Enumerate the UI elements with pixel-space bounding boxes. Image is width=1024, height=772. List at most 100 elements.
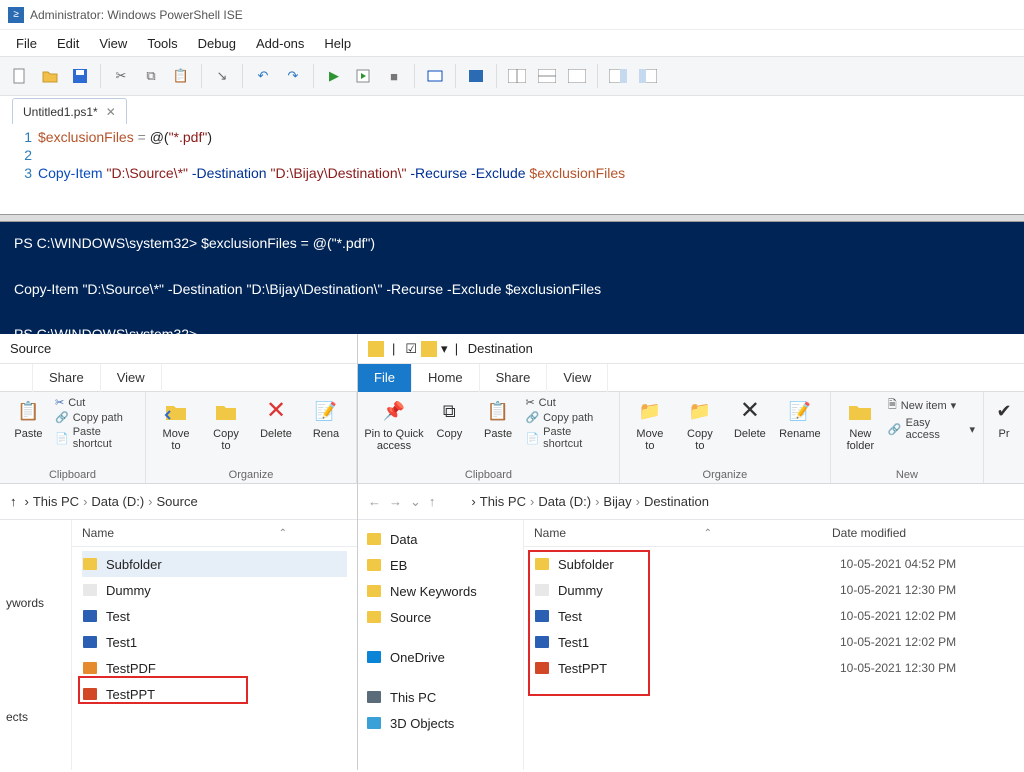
menu-view[interactable]: View xyxy=(89,36,137,51)
explorer-title: | ☑ ▾ | Destination xyxy=(358,334,1024,364)
crumb-bijay[interactable]: Bijay xyxy=(603,494,631,509)
console-pane[interactable]: PS C:\WINDOWS\system32> $exclusionFiles … xyxy=(0,222,1024,334)
save-icon[interactable] xyxy=(66,62,94,90)
new-powershell-icon[interactable] xyxy=(462,62,490,90)
up-icon[interactable]: ↑ xyxy=(429,494,436,510)
menu-edit[interactable]: Edit xyxy=(47,36,89,51)
file-date: 10-05-2021 12:02 PM xyxy=(840,635,956,649)
up-icon[interactable]: ↑ xyxy=(10,494,17,509)
forward-icon[interactable]: → xyxy=(389,494,402,510)
crumb-d[interactable]: Data (D:) xyxy=(538,494,591,509)
layout1-icon[interactable] xyxy=(503,62,531,90)
menu-file[interactable]: File xyxy=(6,36,47,51)
tree-icon xyxy=(366,715,382,731)
copy-button[interactable]: ⧉Copy xyxy=(428,396,471,452)
crumb-pc[interactable]: This PC xyxy=(480,494,526,509)
list-item[interactable]: Subfolder xyxy=(82,551,347,577)
script-editor[interactable]: 123 $exclusionFiles = @("*.pdf") Copy-It… xyxy=(0,124,1024,214)
paste-button[interactable]: 📋Paste xyxy=(477,396,520,452)
redo-icon[interactable]: ↷ xyxy=(279,62,307,90)
list-item[interactable]: Test xyxy=(82,603,347,629)
delete-button[interactable]: ✕Delete xyxy=(728,396,772,452)
view-tab[interactable]: View xyxy=(547,364,608,392)
crumb-d[interactable]: Data (D:) xyxy=(91,494,144,509)
copy-to-button[interactable]: 📁Copy to xyxy=(678,396,722,452)
crumb-pc[interactable]: This PC xyxy=(33,494,79,509)
layout3-icon[interactable] xyxy=(563,62,591,90)
menu-tools[interactable]: Tools xyxy=(137,36,187,51)
breadcrumb-bar: ↑ › This PC› Data (D:)› Source xyxy=(0,484,357,520)
move-to-button[interactable]: Move to xyxy=(154,396,198,452)
blank-tab[interactable] xyxy=(0,364,33,392)
folder-icon xyxy=(368,341,384,357)
pin-button[interactable]: 📌Pin to Quick access xyxy=(366,396,422,452)
home-tab[interactable]: Home xyxy=(412,364,480,392)
tree-item[interactable]: 3D Objects xyxy=(366,710,515,736)
new-item-button[interactable]: 🗎New item▾ xyxy=(888,396,975,415)
crumb-source[interactable]: Source xyxy=(157,494,198,509)
remote-icon[interactable] xyxy=(421,62,449,90)
copy-path-button[interactable]: 🔗Copy path xyxy=(525,411,610,424)
col-date[interactable]: Date modified xyxy=(832,526,906,540)
new-folder-button[interactable]: New folder xyxy=(839,396,882,452)
tree-item[interactable]: New Keywords xyxy=(366,578,515,604)
tree-item[interactable]: EB xyxy=(366,552,515,578)
cut-button[interactable]: ✂Cut xyxy=(55,396,137,409)
stop-icon[interactable]: ■ xyxy=(380,62,408,90)
toolbar-separator xyxy=(313,64,314,88)
tree-icon xyxy=(366,583,382,599)
paste-icon[interactable]: 📋 xyxy=(167,62,195,90)
crumb-destination[interactable]: Destination xyxy=(644,494,709,509)
list-item[interactable]: Dummy xyxy=(82,577,347,603)
col-name[interactable]: Name xyxy=(82,526,114,540)
cut-button[interactable]: ✂Cut xyxy=(525,396,610,409)
share-tab[interactable]: Share xyxy=(480,364,548,392)
history-icon[interactable]: ⌄ xyxy=(410,494,421,510)
script-tab[interactable]: Untitled1.ps1* ✕ xyxy=(12,98,127,124)
share-tab[interactable]: Share xyxy=(33,364,101,392)
file-date: 10-05-2021 12:02 PM xyxy=(840,609,956,623)
cut-icon[interactable]: ✂ xyxy=(107,62,135,90)
paste-shortcut-button[interactable]: 📄Paste shortcut xyxy=(525,426,610,450)
tree-item[interactable]: Data xyxy=(366,526,515,552)
addon-icon[interactable] xyxy=(634,62,662,90)
layout2-icon[interactable] xyxy=(533,62,561,90)
run-selection-icon[interactable] xyxy=(350,62,378,90)
back-icon[interactable]: ← xyxy=(368,494,381,510)
tree-icon xyxy=(366,689,382,705)
col-name[interactable]: Name xyxy=(534,526,566,540)
sidebar-item[interactable]: ywords xyxy=(6,596,65,610)
rename-button[interactable]: 📝Rename xyxy=(778,396,822,452)
menu-debug[interactable]: Debug xyxy=(188,36,246,51)
run-icon[interactable]: ▶ xyxy=(320,62,348,90)
paste-shortcut-button[interactable]: 📄Paste shortcut xyxy=(55,426,137,450)
menu-addons[interactable]: Add-ons xyxy=(246,36,314,51)
paste-button[interactable]: 📋Paste xyxy=(8,396,49,450)
view-tab[interactable]: View xyxy=(101,364,162,392)
close-icon[interactable]: ✕ xyxy=(106,105,116,119)
properties-button[interactable]: ✔Pr xyxy=(992,396,1016,440)
tree-item[interactable]: Source xyxy=(366,604,515,630)
copy-path-button[interactable]: 🔗Copy path xyxy=(55,411,137,424)
tree-item[interactable]: This PC xyxy=(366,684,515,710)
new-icon[interactable] xyxy=(6,62,34,90)
menu-bar: File Edit View Tools Debug Add-ons Help xyxy=(0,30,1024,56)
delete-button[interactable]: ✕Delete xyxy=(254,396,298,452)
undo-icon[interactable]: ↶ xyxy=(249,62,277,90)
clear-icon[interactable]: ↘ xyxy=(208,62,236,90)
clipboard-group-label: Clipboard xyxy=(366,467,611,481)
copy-icon[interactable]: ⧉ xyxy=(137,62,165,90)
splitter[interactable] xyxy=(0,214,1024,222)
list-item[interactable]: Test1 xyxy=(82,629,347,655)
commands-icon[interactable] xyxy=(604,62,632,90)
easy-access-button[interactable]: 🔗Easy access▾ xyxy=(888,417,975,441)
menu-help[interactable]: Help xyxy=(314,36,361,51)
file-tab[interactable]: File xyxy=(358,364,412,392)
open-icon[interactable] xyxy=(36,62,64,90)
copy-to-button[interactable]: Copy to xyxy=(204,396,248,452)
sidebar-item[interactable]: ects xyxy=(6,710,65,724)
move-to-button[interactable]: 📁Move to xyxy=(628,396,672,452)
rename-button[interactable]: 📝Rena xyxy=(304,396,348,452)
tree-item[interactable]: OneDrive xyxy=(366,644,515,670)
toolbar-separator xyxy=(496,64,497,88)
